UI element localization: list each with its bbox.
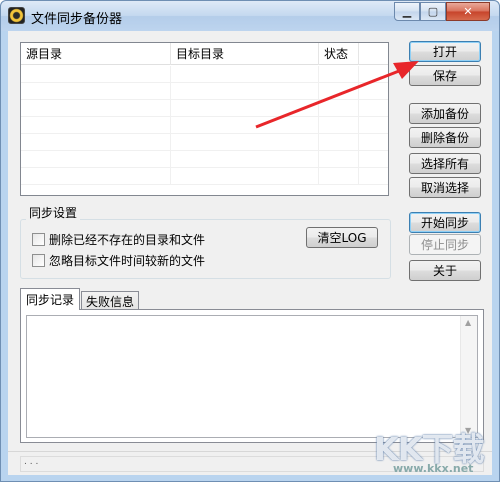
app-window: 文件同步备份器 ▁ ▢ ✕ 源目录 目标目录 状态 打开 保存 添加备份 删除备… (0, 0, 500, 482)
annotation-arrow (255, 61, 419, 129)
watermark-url: www.kkx.net (393, 462, 474, 475)
tab-sync-log[interactable]: 同步记录 (20, 288, 80, 310)
